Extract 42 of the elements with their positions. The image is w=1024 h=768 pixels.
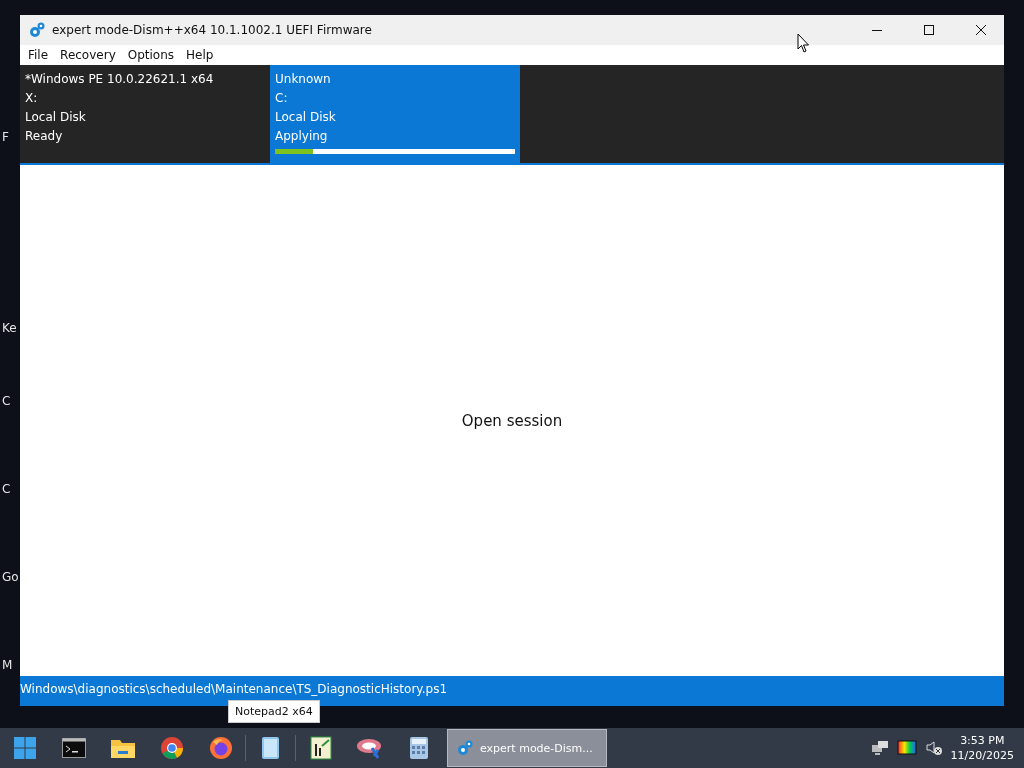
menu-item[interactable]: Options bbox=[121, 48, 181, 62]
calculator-icon[interactable] bbox=[408, 736, 429, 760]
session-info: Local Disk bbox=[275, 109, 337, 125]
desktop-icon-label[interactable]: C bbox=[2, 394, 11, 408]
close-icon[interactable] bbox=[975, 24, 987, 36]
tool-app-icon[interactable] bbox=[355, 736, 384, 760]
menu-item[interactable]: File bbox=[22, 48, 55, 62]
session-info: Ready bbox=[25, 128, 64, 144]
clock[interactable]: 3:53 PM 11/20/2025 bbox=[950, 733, 1014, 763]
gear-icon bbox=[28, 21, 46, 39]
menu-item[interactable]: Recovery bbox=[54, 48, 122, 62]
tooltip: Notepad2 x64 bbox=[228, 700, 320, 723]
folder-icon[interactable] bbox=[109, 737, 136, 759]
desktop-icon-label[interactable]: Go bbox=[2, 570, 19, 584]
desktop-icon-label[interactable]: F bbox=[2, 130, 9, 144]
session-info: C: bbox=[275, 90, 289, 106]
fox-browser-icon[interactable] bbox=[208, 736, 233, 760]
session-info: Applying bbox=[275, 128, 329, 144]
gear-icon bbox=[456, 739, 474, 757]
desktop-icon-label[interactable]: Ke bbox=[2, 321, 17, 335]
session-info: *Windows PE 10.0.22621.1 x64 bbox=[25, 71, 215, 87]
muted-speaker-icon[interactable] bbox=[924, 740, 943, 756]
terminal-icon[interactable] bbox=[61, 738, 86, 758]
mouse-cursor-icon bbox=[797, 33, 810, 53]
session-info: X: bbox=[25, 90, 39, 106]
empty-message: Open session bbox=[461, 411, 563, 430]
network-icon[interactable] bbox=[870, 740, 889, 756]
session-info: Local Disk bbox=[25, 109, 87, 125]
window-title: expert mode-Dism++x64 10.1.1002.1 UEFI Firmware bbox=[52, 23, 373, 37]
session-info: Unknown bbox=[275, 71, 332, 87]
chart-app-icon[interactable] bbox=[309, 736, 332, 760]
menu-item[interactable]: Help bbox=[180, 48, 220, 62]
file-path: Windows\diagnostics\scheduled\Maintenance\TS_DiagnosticHistory.ps1 bbox=[20, 682, 448, 696]
maximize-icon[interactable] bbox=[923, 24, 935, 36]
session-card[interactable]: *Windows PE 10.0.22621.1 x64 X: Local Disk Ready bbox=[20, 65, 270, 163]
color-display-icon[interactable] bbox=[896, 740, 917, 756]
browser-icon[interactable] bbox=[159, 736, 184, 760]
notepad-icon[interactable] bbox=[259, 736, 282, 760]
windows-start-icon[interactable] bbox=[12, 736, 37, 760]
desktop-icon-label[interactable]: M bbox=[2, 658, 13, 672]
session-card[interactable]: Unknown C: Local Disk Applying bbox=[270, 65, 520, 163]
desktop-icon-label[interactable]: C bbox=[2, 482, 11, 496]
